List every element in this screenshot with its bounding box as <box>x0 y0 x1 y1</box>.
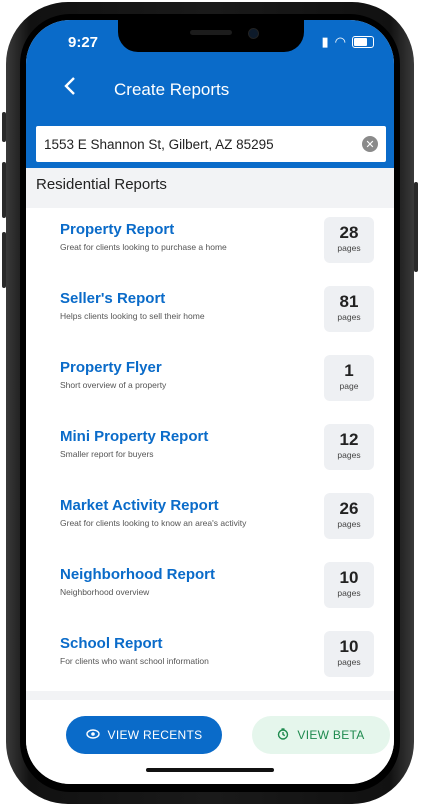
battery-icon <box>352 36 374 48</box>
volume-up-button <box>2 162 6 218</box>
report-name: School Report <box>60 635 163 652</box>
phone-frame: 9:27 ▮ ◠ Create Reports 1553 E Shannon S… <box>2 2 418 804</box>
report-name: Seller's Report <box>60 290 166 307</box>
address-search-value[interactable]: 1553 E Shannon St, Gilbert, AZ 85295 <box>44 137 362 152</box>
bottom-action-bar: VIEW RECENTS VIEW BETA <box>26 700 394 784</box>
report-item[interactable]: Seller's Report Helps clients looking to… <box>26 277 394 346</box>
pages-badge: 81 pages <box>324 286 374 332</box>
view-recents-button[interactable]: VIEW RECENTS <box>66 716 222 754</box>
pages-unit: pages <box>337 243 361 253</box>
pages-count: 10 <box>339 637 359 656</box>
wifi-icon: ◠ <box>334 34 346 49</box>
pages-badge: 26 pages <box>324 493 374 539</box>
clear-icon[interactable]: ✕ <box>362 136 378 152</box>
pages-count: 81 <box>339 292 359 311</box>
pages-unit: pages <box>337 657 361 667</box>
timer-icon <box>277 727 289 743</box>
back-icon[interactable] <box>64 76 76 102</box>
section-title: Residential Reports <box>36 176 167 193</box>
report-desc: For clients who want school information <box>60 656 209 666</box>
report-item[interactable]: School Report For clients who want schoo… <box>26 622 394 691</box>
reports-list: Property Report Great for clients lookin… <box>26 208 394 691</box>
pages-badge: 1 page <box>324 355 374 401</box>
report-item[interactable]: Property Report Great for clients lookin… <box>26 208 394 277</box>
pages-badge: 12 pages <box>324 424 374 470</box>
pages-unit: page <box>339 381 359 391</box>
report-name: Mini Property Report <box>60 428 209 445</box>
pages-count: 10 <box>339 568 359 587</box>
pages-unit: pages <box>337 519 361 529</box>
pages-count: 12 <box>339 430 359 449</box>
report-desc: Helps clients looking to sell their home <box>60 311 205 321</box>
report-name: Property Report <box>60 221 175 238</box>
notch <box>118 20 304 52</box>
report-name: Property Flyer <box>60 359 162 376</box>
home-indicator <box>146 768 274 772</box>
screen: 9:27 ▮ ◠ Create Reports 1553 E Shannon S… <box>26 20 394 784</box>
report-name: Neighborhood Report <box>60 566 215 583</box>
pages-badge: 10 pages <box>324 631 374 677</box>
status-icons: ▮ ◠ <box>321 34 374 50</box>
view-recents-label: VIEW RECENTS <box>107 728 203 742</box>
report-desc: Smaller report for buyers <box>60 449 154 459</box>
pages-unit: pages <box>337 588 361 598</box>
report-desc: Neighborhood overview <box>60 587 150 597</box>
report-item[interactable]: Mini Property Report Smaller report for … <box>26 415 394 484</box>
report-desc: Short overview of a property <box>60 380 167 390</box>
signal-icon: ▮ <box>321 34 329 49</box>
report-name: Market Activity Report <box>60 497 219 514</box>
front-camera <box>248 28 259 39</box>
address-search-field[interactable]: 1553 E Shannon St, Gilbert, AZ 85295 ✕ <box>36 126 386 162</box>
status-time: 9:27 <box>68 34 99 51</box>
volume-down-button <box>2 232 6 288</box>
view-beta-label: VIEW BETA <box>297 728 365 742</box>
report-item[interactable]: Property Flyer Short overview of a prope… <box>26 346 394 415</box>
pages-unit: pages <box>337 312 361 322</box>
pages-unit: pages <box>337 450 361 460</box>
pages-badge: 10 pages <box>324 562 374 608</box>
eye-icon <box>85 728 100 742</box>
report-desc: Great for clients looking to know an are… <box>60 518 247 528</box>
report-item[interactable]: Neighborhood Report Neighborhood overvie… <box>26 553 394 622</box>
pages-count: 28 <box>339 223 359 242</box>
pages-count: 26 <box>339 499 359 518</box>
app-header: 9:27 ▮ ◠ Create Reports 1553 E Shannon S… <box>26 20 394 168</box>
pages-badge: 28 pages <box>324 217 374 263</box>
page-title: Create Reports <box>114 80 230 99</box>
mute-switch <box>2 112 6 142</box>
report-item[interactable]: Market Activity Report Great for clients… <box>26 484 394 553</box>
view-beta-button[interactable]: VIEW BETA <box>252 716 390 754</box>
speaker <box>190 30 232 35</box>
report-desc: Great for clients looking to purchase a … <box>60 242 227 252</box>
pages-count: 1 <box>344 361 354 380</box>
power-button <box>414 182 418 272</box>
